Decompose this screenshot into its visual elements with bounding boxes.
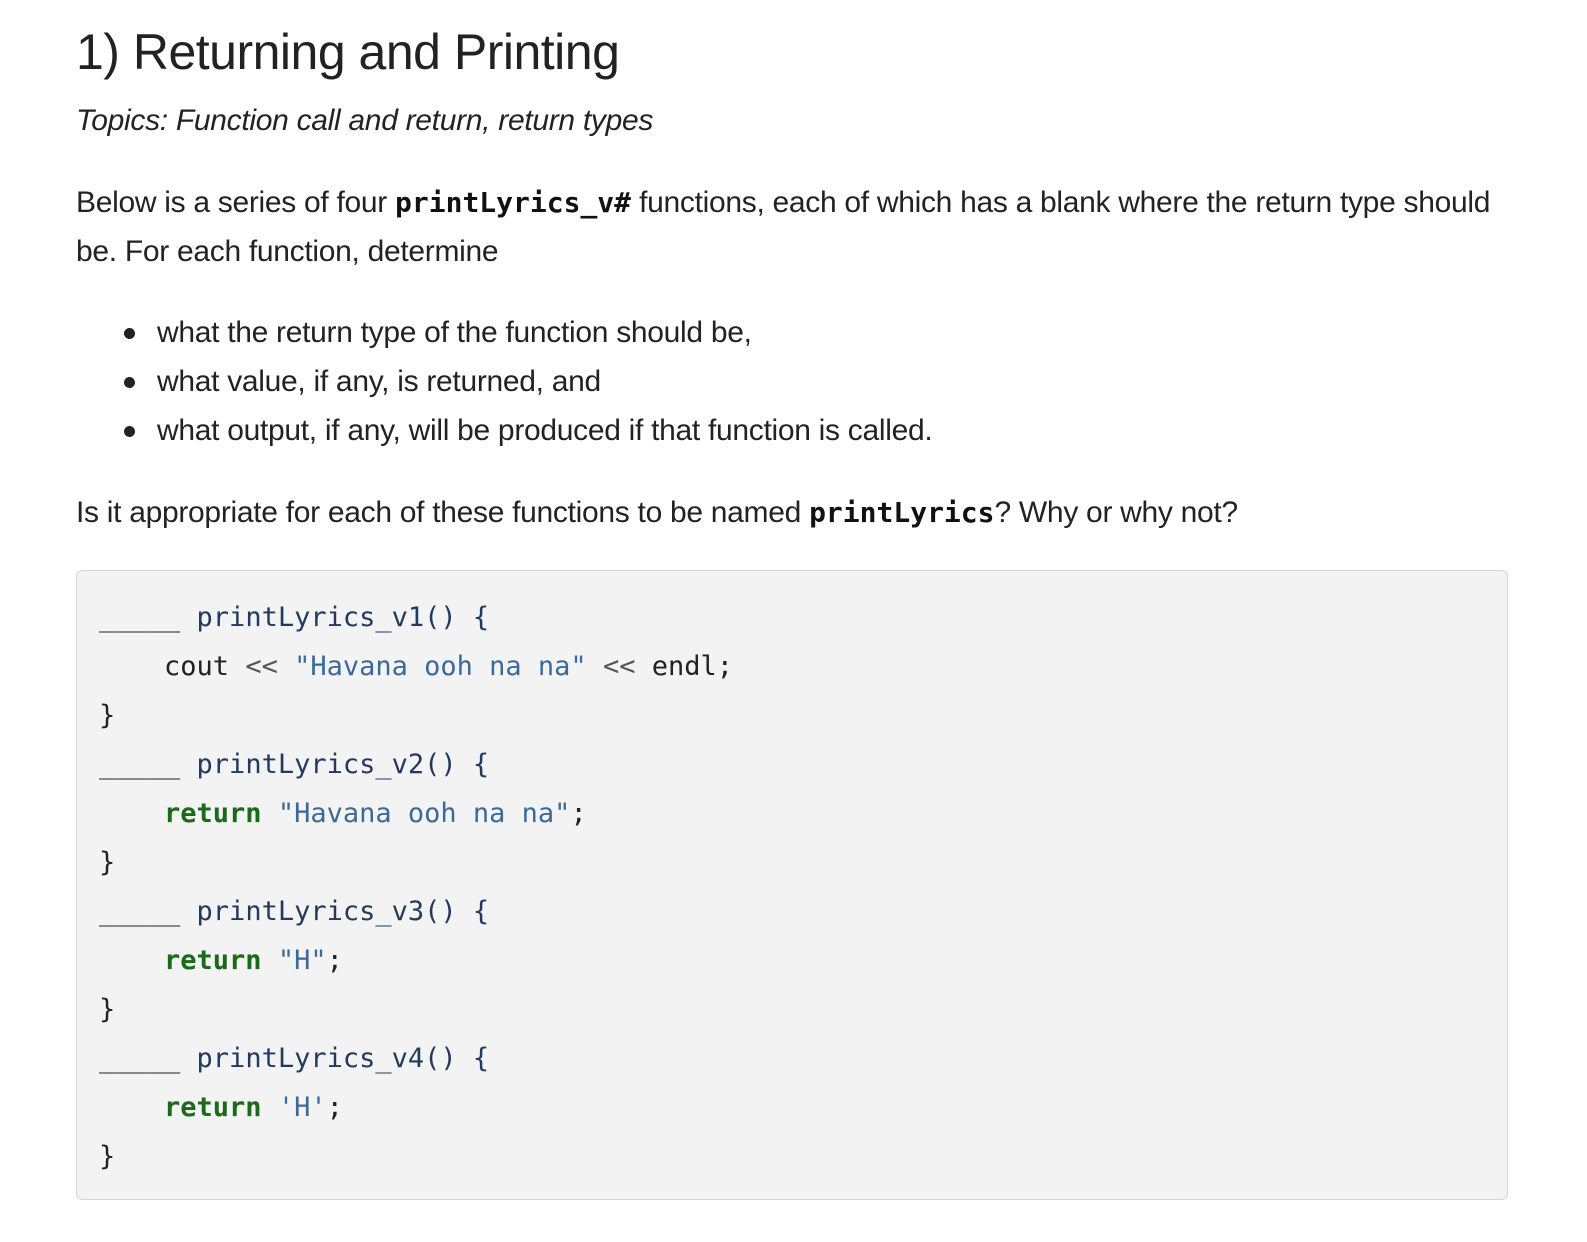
- code-line-body: return 'H';: [99, 1092, 343, 1123]
- code-text: ;: [570, 798, 587, 829]
- code-line-body: return "Havana ooh na na";: [99, 798, 587, 829]
- code-listing[interactable]: _____ printLyrics_v1() { cout << "Havana…: [99, 593, 733, 1181]
- code-line-signature: _____ printLyrics_v1() {: [99, 602, 489, 633]
- list-item: what output, if any, will be produced if…: [124, 406, 933, 455]
- function-signature: printLyrics_v4() {: [196, 1043, 490, 1074]
- code-text: cout: [164, 651, 246, 682]
- code-string: 'H': [277, 1092, 327, 1123]
- question-paragraph: Is it appropriate for each of these func…: [76, 488, 1496, 537]
- code-keyword: return: [164, 798, 262, 829]
- code-line-signature: _____ printLyrics_v4() {: [99, 1043, 489, 1074]
- page-title: 1) Returning and Printing: [76, 24, 620, 80]
- closing-brace: }: [99, 1141, 116, 1172]
- code-text: ;: [326, 945, 343, 976]
- bullet-icon: [124, 426, 135, 437]
- return-type-blank: _____: [99, 1043, 181, 1074]
- intro-text-before: Below is a series of four: [76, 186, 396, 219]
- question-text-before: Is it appropriate for each of these func…: [76, 496, 810, 529]
- code-operator: <<: [602, 651, 636, 682]
- intro-paragraph: Below is a series of four printLyrics_v#…: [76, 178, 1496, 276]
- list-item-text: what value, if any, is returned, and: [157, 365, 601, 398]
- code-keyword: return: [164, 945, 262, 976]
- code-text: ;: [326, 1092, 343, 1123]
- criteria-list: what the return type of the function sho…: [124, 308, 933, 455]
- inline-code-printlyrics: printLyrics: [809, 496, 995, 529]
- closing-brace: }: [99, 700, 116, 731]
- function-signature: printLyrics_v1() {: [196, 602, 490, 633]
- return-type-blank: _____: [99, 602, 181, 633]
- code-string: "Havana ooh na na": [277, 798, 571, 829]
- code-string: "Havana ooh na na": [294, 651, 587, 682]
- code-line-signature: _____ printLyrics_v2() {: [99, 749, 489, 780]
- list-item-text: what the return type of the function sho…: [157, 316, 752, 349]
- function-signature: printLyrics_v2() {: [196, 749, 490, 780]
- closing-brace: }: [99, 994, 116, 1025]
- code-operator: <<: [245, 651, 278, 682]
- bullet-icon: [124, 377, 135, 388]
- list-item: what value, if any, is returned, and: [124, 357, 932, 406]
- code-line-signature: _____ printLyrics_v3() {: [99, 896, 489, 927]
- list-item: what the return type of the function sho…: [124, 308, 932, 357]
- code-line-body: cout << "Havana ooh na na" << endl;: [99, 651, 733, 682]
- code-keyword: return: [164, 1092, 262, 1123]
- inline-code-printlyrics-vn: printLyrics_v#: [395, 186, 632, 219]
- return-type-blank: _____: [99, 896, 181, 927]
- bullet-icon: [124, 328, 135, 339]
- code-block[interactable]: _____ printLyrics_v1() { cout << "Havana…: [76, 570, 1508, 1200]
- closing-brace: }: [99, 847, 116, 878]
- code-string: "H": [277, 945, 327, 976]
- list-item-text: what output, if any, will be produced if…: [157, 414, 933, 447]
- code-text: endl;: [635, 651, 734, 682]
- code-line-body: return "H";: [99, 945, 343, 976]
- function-signature: printLyrics_v3() {: [196, 896, 490, 927]
- topics-subtitle: Topics: Function call and return, return…: [76, 104, 654, 137]
- return-type-blank: _____: [99, 749, 181, 780]
- question-text-after: ? Why or why not?: [994, 496, 1239, 529]
